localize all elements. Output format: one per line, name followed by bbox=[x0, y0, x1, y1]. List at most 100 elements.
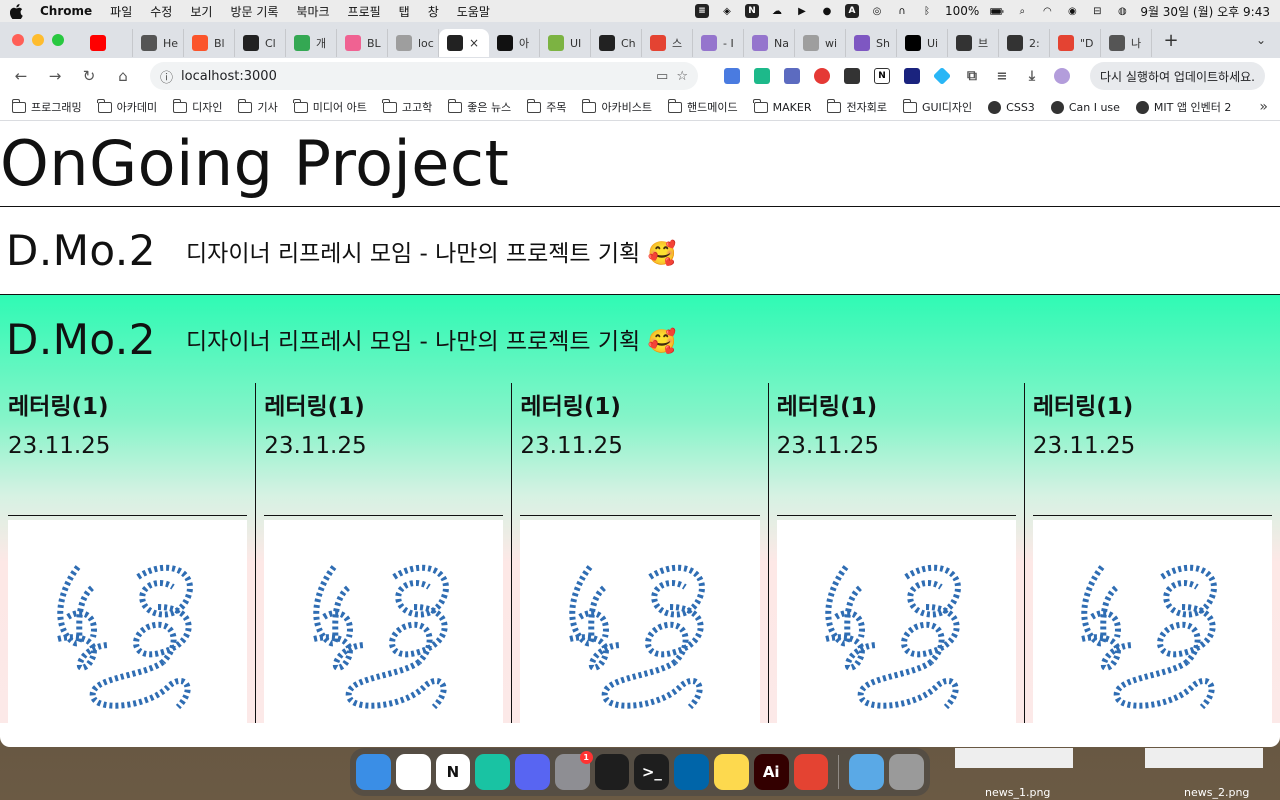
user-switch-icon[interactable]: ◉ bbox=[1065, 4, 1079, 18]
bookmark-star-icon[interactable]: ☆ bbox=[676, 69, 688, 84]
wifi-icon[interactable]: ◠ bbox=[1040, 4, 1054, 18]
browser-tab[interactable]: BL bbox=[337, 29, 388, 57]
bookmark-item[interactable]: MIT 앱 인벤터 2 bbox=[1135, 99, 1231, 115]
settings-icon[interactable]: 1 bbox=[554, 751, 593, 790]
search-icon[interactable]: ⌕ bbox=[1015, 4, 1029, 18]
card-thumbnail[interactable] bbox=[1032, 520, 1273, 723]
menu-window[interactable]: 창 bbox=[428, 3, 439, 20]
bookmark-item[interactable]: MAKER bbox=[753, 98, 811, 115]
card-thumbnail[interactable] bbox=[776, 520, 1016, 723]
desktop-file-thumbnail[interactable] bbox=[955, 748, 1073, 768]
bookmark-item[interactable]: 미디어 아트 bbox=[293, 98, 367, 115]
siri-icon[interactable]: ◍ bbox=[1115, 4, 1129, 18]
bookmark-item[interactable]: 좋은 뉴스 bbox=[447, 98, 511, 115]
minimize-window-button[interactable] bbox=[32, 34, 44, 46]
bookmark-item[interactable]: CSS3 bbox=[988, 99, 1035, 115]
battery-icon[interactable] bbox=[990, 4, 1004, 18]
browser-tab[interactable]: He bbox=[133, 29, 184, 57]
bookmark-item[interactable]: 디자인 bbox=[172, 98, 222, 115]
bookmark-item[interactable]: 주목 bbox=[526, 98, 566, 115]
airdrop-icon[interactable]: ◎ bbox=[870, 4, 884, 18]
terminal-icon[interactable]: >_ bbox=[634, 754, 670, 790]
bookmark-item[interactable]: 아카데미 bbox=[97, 98, 157, 115]
browser-tab[interactable]: UI bbox=[540, 29, 591, 57]
extension-hex-icon[interactable] bbox=[904, 68, 920, 84]
todoist-icon[interactable] bbox=[793, 754, 829, 790]
extensions-puzzle-icon[interactable]: ⧉ bbox=[964, 68, 980, 84]
reload-icon[interactable]: ↻ bbox=[78, 65, 100, 87]
project-card[interactable]: 레터링(1) 23.11.25 bbox=[769, 383, 1025, 723]
menubar-clock[interactable]: 9월 30일 (월) 오후 9:43 bbox=[1140, 3, 1270, 20]
cast-icon[interactable]: ▭ bbox=[656, 69, 668, 84]
download-icon[interactable]: ⤓ bbox=[1024, 68, 1040, 84]
project-card[interactable]: 레터링(1) 23.11.25 bbox=[1025, 383, 1280, 723]
menu-app-name[interactable]: Chrome bbox=[40, 4, 92, 18]
bookmark-item[interactable]: Can I use bbox=[1050, 99, 1120, 115]
tab-search-chevron-icon[interactable]: ⌄ bbox=[1256, 33, 1266, 47]
user-icon[interactable]: ● bbox=[820, 4, 834, 18]
vscode-icon[interactable] bbox=[674, 754, 710, 790]
new-tab-button[interactable]: + bbox=[1158, 27, 1184, 53]
extension-color-icon[interactable] bbox=[814, 68, 830, 84]
chatgpt-icon[interactable] bbox=[475, 754, 511, 790]
project-card[interactable]: 레터링(1) 23.11.25 bbox=[256, 383, 513, 723]
back-arrow-icon[interactable]: ← bbox=[10, 65, 32, 87]
notion-menu-icon[interactable]: N bbox=[745, 4, 759, 18]
browser-tab[interactable]: loc bbox=[388, 29, 439, 57]
close-window-button[interactable] bbox=[12, 34, 24, 46]
menu-tab[interactable]: 탭 bbox=[399, 3, 410, 20]
tab-close-icon[interactable]: × bbox=[469, 36, 479, 50]
trash-icon[interactable] bbox=[889, 754, 924, 790]
browser-tab[interactable]: Ui bbox=[897, 29, 948, 57]
card-thumbnail[interactable] bbox=[8, 520, 248, 723]
browser-tab[interactable]: Sh bbox=[846, 29, 897, 57]
home-icon[interactable]: ⌂ bbox=[112, 65, 134, 87]
reading-list-icon[interactable]: ≡ bbox=[994, 68, 1010, 84]
browser-tab[interactable]: 2: bbox=[999, 29, 1050, 57]
extension-doc-icon[interactable] bbox=[724, 68, 740, 84]
browser-tab[interactable]: 나 bbox=[1101, 29, 1152, 57]
menu-edit[interactable]: 수정 bbox=[150, 3, 172, 20]
browser-tab[interactable]: × bbox=[439, 29, 489, 57]
bookmark-item[interactable]: 핸드메이드 bbox=[667, 98, 738, 115]
menu-history[interactable]: 방문 기록 bbox=[230, 3, 278, 20]
extension-notion-icon[interactable]: N bbox=[874, 68, 890, 84]
browser-tab[interactable]: 브 bbox=[948, 29, 999, 57]
menu-view[interactable]: 보기 bbox=[190, 3, 212, 20]
bookmark-item[interactable]: 프로그래밍 bbox=[11, 98, 82, 115]
card-thumbnail[interactable] bbox=[264, 520, 504, 723]
update-chrome-button[interactable]: 다시 실행하여 업데이트하세요. bbox=[1090, 62, 1265, 90]
project-row[interactable]: D.Mo.2 디자이너 리프레시 모임 - 나만의 프로젝트 기획 🥰 bbox=[0, 207, 1280, 295]
browser-tab[interactable] bbox=[82, 29, 133, 57]
site-info-icon[interactable]: ⓘ bbox=[160, 67, 173, 86]
font-app-icon[interactable]: A bbox=[845, 4, 859, 18]
notion-icon[interactable]: N bbox=[435, 754, 471, 790]
browser-tab[interactable]: 스 bbox=[642, 29, 693, 57]
extension-layers-icon[interactable] bbox=[784, 68, 800, 84]
menu-profile[interactable]: 프로필 bbox=[348, 3, 381, 20]
extension-diamond-icon[interactable] bbox=[932, 66, 952, 86]
headphones-icon[interactable]: ∩ bbox=[895, 4, 909, 18]
browser-tab[interactable]: wi bbox=[795, 29, 846, 57]
extension-grid-icon[interactable] bbox=[844, 68, 860, 84]
browser-tab[interactable]: Na bbox=[744, 29, 795, 57]
bookmark-item[interactable]: 전자회로 bbox=[827, 98, 887, 115]
project-card[interactable]: 레터링(1) 23.11.25 bbox=[0, 383, 257, 723]
menu-bookmarks[interactable]: 북마크 bbox=[296, 3, 329, 20]
desktop-file-label[interactable]: news_2.png bbox=[1184, 786, 1249, 799]
notes-icon[interactable] bbox=[714, 754, 749, 790]
browser-tab[interactable]: Ch bbox=[591, 29, 642, 57]
browser-tab[interactable]: - I bbox=[693, 29, 744, 57]
browser-tab[interactable]: 아 bbox=[489, 29, 540, 57]
bookmark-item[interactable]: 아카비스트 bbox=[582, 98, 652, 115]
figma-icon[interactable] bbox=[594, 754, 630, 790]
menu-help[interactable]: 도움말 bbox=[457, 3, 490, 20]
address-url[interactable]: localhost:3000 bbox=[181, 69, 648, 84]
address-bar[interactable]: ⓘ localhost:3000 ▭ ☆ bbox=[150, 62, 698, 90]
illustrator-icon[interactable]: Ai bbox=[753, 754, 789, 790]
browser-tab[interactable]: Bl bbox=[184, 29, 235, 57]
bookmark-item[interactable]: GUI디자인 bbox=[902, 98, 972, 115]
browser-tab[interactable]: 개 bbox=[286, 29, 337, 57]
project-row-expanded[interactable]: D.Mo.2 디자이너 리프레시 모임 - 나만의 프로젝트 기획 🥰 bbox=[0, 295, 1280, 383]
profile-avatar-icon[interactable] bbox=[1054, 68, 1070, 84]
